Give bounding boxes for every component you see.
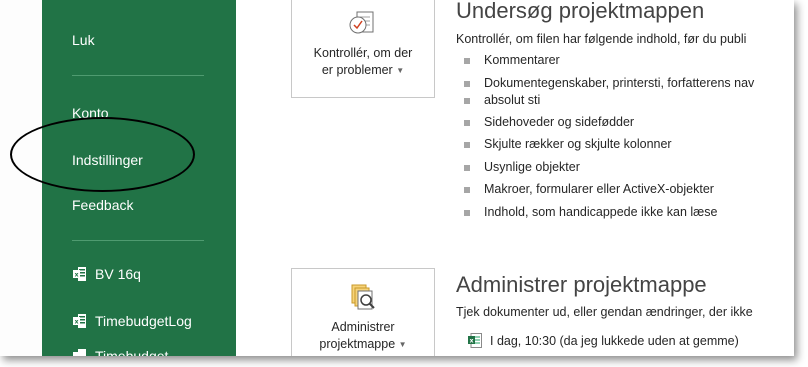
svg-text:x: x	[75, 272, 79, 279]
autosaved-version-item[interactable]: x I dag, 10:30 (da jeg lukkede uden at g…	[468, 333, 739, 348]
recent-file-label: TimebudgetLog	[95, 313, 192, 329]
sidebar-item-konto[interactable]: Konto	[72, 105, 109, 121]
recent-file-item[interactable]: x TimebudgetLog	[72, 313, 192, 329]
recent-file-item[interactable]: x BV 16q	[72, 266, 141, 282]
dropdown-caret-icon: ▼	[396, 66, 405, 76]
svg-text:x: x	[75, 319, 79, 326]
manage-section-title: Administrer projektmappe	[456, 272, 707, 297]
svg-text:x: x	[470, 337, 474, 344]
excel-file-icon	[73, 349, 86, 356]
list-item: Sidehoveder og sidefødder	[462, 114, 754, 131]
excel-file-icon: x	[468, 333, 482, 348]
button-label-line: projektmappe	[319, 337, 396, 351]
list-item: Makroer, formularer eller ActiveX-objekt…	[462, 181, 754, 198]
manage-workbook-button[interactable]: Administrer projektmappe ▼	[291, 268, 435, 356]
manage-workbook-icon	[351, 284, 375, 310]
list-item: Kommentarer	[462, 52, 754, 69]
sidebar-divider	[72, 75, 204, 76]
list-item: Indhold, som handicappede ikke kan læse	[462, 204, 754, 221]
list-item: Skjulte rækker og skjulte kolonner	[462, 136, 754, 153]
sidebar-edge-strip	[0, 0, 42, 356]
recent-file-label: Timebudget	[95, 348, 169, 356]
excel-file-icon: x	[73, 267, 86, 281]
manage-section-description: Tjek dokumenter ud, eller gendan ændring…	[456, 305, 753, 319]
inspect-section-description: Kontrollér, om filen har følgende indhol…	[456, 32, 747, 46]
info-pane: Kontrollér, om der er problemer ▼ Unders…	[236, 0, 794, 356]
button-label-line: Administrer	[331, 320, 395, 334]
backstage-sidebar: Luk Konto Indstillinger Feedback x BV 16…	[0, 0, 236, 356]
dropdown-caret-icon: ▼	[398, 340, 407, 350]
check-for-issues-button[interactable]: Kontrollér, om der er problemer ▼	[291, 0, 435, 98]
version-label: I dag, 10:30 (da jeg lukkede uden at gem…	[490, 333, 739, 348]
sidebar-item-indstillinger[interactable]: Indstillinger	[72, 152, 143, 168]
sidebar-divider	[72, 240, 204, 241]
backstage-window: Luk Konto Indstillinger Feedback x BV 16…	[0, 0, 794, 356]
recent-file-item[interactable]: Timebudget	[72, 348, 168, 356]
list-item: Dokumentegenskaber, printersti, forfatte…	[462, 75, 754, 92]
list-item: Usynlige objekter	[462, 159, 754, 176]
sidebar-item-feedback[interactable]: Feedback	[72, 197, 133, 213]
check-for-issues-label: Kontrollér, om der er problemer ▼	[292, 45, 434, 79]
button-label-line: Kontrollér, om der	[313, 46, 413, 60]
recent-file-label: BV 16q	[95, 266, 141, 282]
sidebar-item-luk[interactable]: Luk	[72, 32, 95, 48]
inspect-document-icon	[349, 11, 374, 34]
excel-file-icon: x	[73, 314, 86, 328]
inspect-section-title: Undersøg projektmappen	[456, 0, 705, 23]
button-label-line: er problemer	[321, 63, 393, 77]
manage-workbook-label: Administrer projektmappe ▼	[292, 319, 434, 353]
inspect-bullet-list: Kommentarer Dokumentegenskaber, printers…	[462, 52, 754, 227]
list-item: absolut sti	[462, 92, 754, 109]
